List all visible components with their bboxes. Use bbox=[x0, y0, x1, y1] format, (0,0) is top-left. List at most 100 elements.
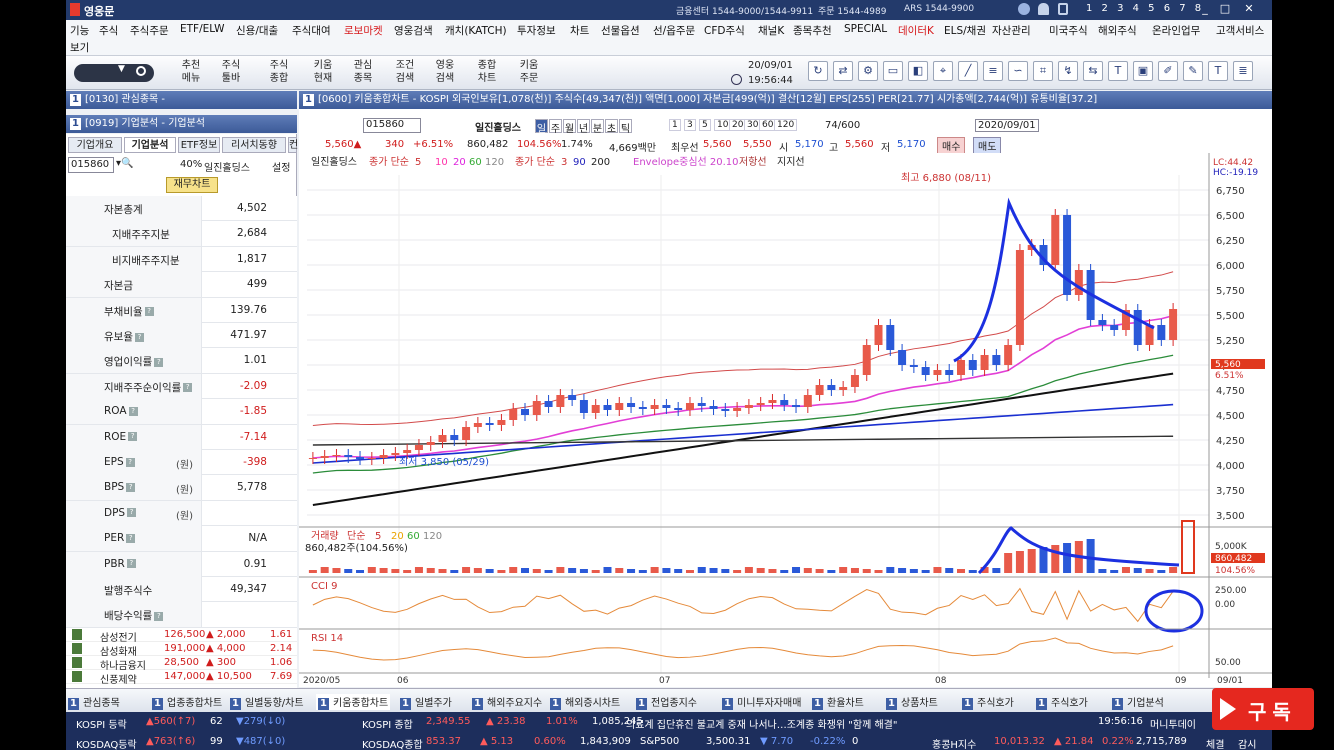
toolbar-button[interactable]: 조건 검색 bbox=[388, 59, 422, 87]
minimize-button[interactable]: _ bbox=[1198, 2, 1212, 16]
help-icon[interactable]: ? bbox=[144, 307, 154, 317]
chart-tool-icon[interactable]: ⇆ bbox=[1083, 61, 1103, 81]
window-tab[interactable]: 1 상품차트 bbox=[886, 694, 938, 710]
menu-item[interactable]: 기능 bbox=[70, 23, 89, 38]
chart-tool-icon[interactable]: ╱ bbox=[958, 61, 978, 81]
buy-button[interactable]: 매수 bbox=[937, 137, 966, 154]
window-number-buttons[interactable]: 1 2 3 4 5 6 7 8 bbox=[1086, 3, 1204, 14]
menu-item[interactable]: ETF/ELW bbox=[180, 23, 225, 35]
help-icon[interactable]: ? bbox=[134, 332, 144, 342]
chart-tool-icon[interactable]: ◧ bbox=[908, 61, 928, 81]
menu-item[interactable]: CFD주식 bbox=[704, 23, 745, 38]
menu-item[interactable]: 로보마켓 bbox=[344, 23, 383, 38]
chart-tool-icon[interactable]: ⌗ bbox=[1033, 61, 1053, 81]
subscribe-button[interactable]: 구독 bbox=[1212, 688, 1314, 730]
chart-tool-icon[interactable]: ✐ bbox=[1158, 61, 1178, 81]
menu-item[interactable]: 주식주문 bbox=[130, 23, 169, 38]
chart-tool-icon[interactable]: ▣ bbox=[1133, 61, 1153, 81]
help-icon[interactable]: ? bbox=[183, 383, 193, 393]
window-tab[interactable]: 1 환율차트 bbox=[812, 694, 864, 710]
stock-row[interactable]: 삼성전기 126,500 ▲ 2,000 1.61 bbox=[66, 628, 297, 644]
maximize-button[interactable]: □ bbox=[1218, 2, 1232, 16]
settings-button[interactable]: 설정 bbox=[272, 159, 290, 174]
help-icon[interactable]: ? bbox=[154, 611, 164, 621]
menu-item[interactable]: 종목추천 bbox=[793, 23, 832, 38]
sell-button[interactable]: 매도 bbox=[973, 137, 1002, 154]
window-tab[interactable]: 1 전업종지수 bbox=[636, 694, 697, 710]
chart-tool-icon[interactable]: ↻ bbox=[808, 61, 828, 81]
close-button[interactable]: ✕ bbox=[1242, 2, 1256, 16]
menu-item[interactable]: 주식 bbox=[99, 23, 118, 38]
chart-tool-icon[interactable]: ⌖ bbox=[933, 61, 953, 81]
chart-tool-icon[interactable]: T bbox=[1108, 61, 1128, 81]
help-icon[interactable]: ? bbox=[127, 508, 137, 518]
toolbar-button[interactable]: 관심 종목 bbox=[346, 59, 380, 87]
chart-tool-icon[interactable]: ↯ bbox=[1058, 61, 1078, 81]
stock-code-input[interactable]: 015860 bbox=[68, 157, 114, 173]
window-tab[interactable]: 1 미니투자자매매 bbox=[722, 694, 801, 710]
period-button[interactable]: 틱 bbox=[619, 119, 632, 135]
menu-item[interactable]: 선/옵주문 bbox=[653, 23, 695, 38]
menu-item[interactable]: 보기 bbox=[70, 40, 89, 55]
window-tab[interactable]: 1 해외주요지수 bbox=[472, 694, 542, 710]
period-button[interactable]: 일 bbox=[535, 119, 548, 135]
toolbar-button[interactable]: 종합 차트 bbox=[470, 59, 504, 87]
toolbar-button[interactable]: 영웅 검색 bbox=[428, 59, 462, 87]
menu-item[interactable]: 주식대여 bbox=[292, 23, 331, 38]
window-tab[interactable]: 1 주식호가 bbox=[962, 694, 1014, 710]
period-button[interactable]: 월 bbox=[563, 119, 576, 135]
interval-button[interactable]: 120 bbox=[774, 119, 798, 131]
search-icon[interactable] bbox=[136, 66, 146, 76]
window-tab[interactable]: 1 주식호가 bbox=[1036, 694, 1088, 710]
menu-item[interactable]: SPECIAL bbox=[844, 23, 887, 35]
analysis-tab[interactable]: 컨 bbox=[288, 137, 298, 153]
dropdown-arrow-icon[interactable]: ▼ bbox=[118, 64, 125, 74]
toolbar-button[interactable]: 키움 현재 bbox=[306, 59, 340, 87]
interval-button[interactable]: 1 bbox=[669, 119, 681, 131]
menu-item[interactable]: ELS/채권 bbox=[944, 23, 986, 38]
globe-icon[interactable] bbox=[1018, 3, 1030, 15]
menu-item[interactable]: 온라인업무 bbox=[1152, 23, 1200, 38]
help-icon[interactable]: ? bbox=[154, 357, 164, 367]
period-button[interactable]: 년 bbox=[577, 119, 590, 135]
bell-icon[interactable] bbox=[1038, 3, 1049, 15]
search-icon[interactable]: ▾🔍 bbox=[116, 158, 133, 169]
period-button[interactable]: 초 bbox=[605, 119, 618, 135]
chart-tool-icon[interactable]: ✎ bbox=[1183, 61, 1203, 81]
menu-item[interactable]: 신용/대출 bbox=[236, 23, 278, 38]
chart-tool-icon[interactable]: ⚙ bbox=[858, 61, 878, 81]
window-tab[interactable]: 1 키움종합차트 bbox=[316, 694, 391, 710]
analysis-tab[interactable]: ETF정보 bbox=[178, 137, 220, 153]
help-icon[interactable]: ? bbox=[126, 533, 136, 543]
menu-item[interactable]: 자산관리 bbox=[992, 23, 1031, 38]
lock-icon[interactable] bbox=[1058, 3, 1068, 15]
stock-row[interactable]: 하나금융지 28,500 ▲ 300 1.06 bbox=[66, 656, 297, 672]
help-icon[interactable]: ? bbox=[128, 406, 138, 416]
menu-item[interactable]: 차트 bbox=[570, 23, 589, 38]
toolbar-button[interactable]: 키움 주문 bbox=[512, 59, 546, 87]
chart-tool-icon[interactable]: ∽ bbox=[1008, 61, 1028, 81]
help-icon[interactable]: ? bbox=[126, 482, 136, 492]
date-input[interactable]: 2020/09/01 bbox=[975, 119, 1039, 132]
help-icon[interactable]: ? bbox=[128, 432, 138, 442]
menu-item[interactable]: 해외주식 bbox=[1098, 23, 1137, 38]
menu-item[interactable]: 투자정보 bbox=[517, 23, 556, 38]
stock-row[interactable]: 신풍제약 147,000 ▲ 10,500 7.69 bbox=[66, 670, 297, 686]
toolbar-button[interactable]: 주식 종합 bbox=[262, 59, 296, 87]
menu-item[interactable]: 채널K bbox=[758, 23, 784, 38]
window-tab[interactable]: 1 일별주가 bbox=[400, 694, 452, 710]
menu-item[interactable]: 선물옵션 bbox=[601, 23, 640, 38]
menu-item[interactable]: 고객서비스 bbox=[1216, 23, 1264, 38]
window-tab[interactable]: 1 기업분석 bbox=[1112, 694, 1164, 710]
window-tab[interactable]: 1 일별동향/차트 bbox=[230, 694, 304, 710]
toolbar-button[interactable]: 주식 툴바 bbox=[214, 59, 248, 87]
stock-row[interactable]: 삼성화재 191,000 ▲ 4,000 2.14 bbox=[66, 642, 297, 658]
analysis-tab[interactable]: 기업분석 bbox=[124, 137, 176, 153]
price-chart[interactable]: 일진홀딩스 종가 단순 5 10 20 60 120 종가 단순 3 90 200 Envelope중… bbox=[299, 153, 1272, 683]
code-input[interactable]: 015860 bbox=[363, 118, 421, 133]
chart-tool-icon[interactable]: ⇄ bbox=[833, 61, 853, 81]
period-button[interactable]: 분 bbox=[591, 119, 604, 135]
menu-item[interactable]: 미국주식 bbox=[1049, 23, 1088, 38]
menu-item[interactable]: 영웅검색 bbox=[394, 23, 433, 38]
analysis-tab[interactable]: 리서치동향 bbox=[222, 137, 286, 153]
